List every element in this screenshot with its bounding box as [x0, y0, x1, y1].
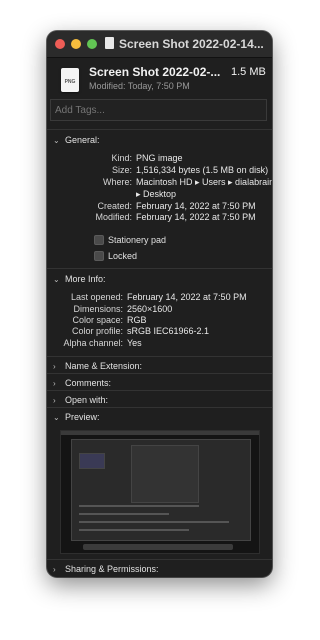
locked-checkbox[interactable]	[94, 251, 104, 261]
where-value-line2: ▸ Desktop	[136, 189, 177, 199]
preview-text-row	[79, 529, 189, 531]
window-title: Screen Shot 2022-02-14...	[119, 37, 264, 51]
section-general-label: General:	[65, 135, 100, 145]
chevron-right-icon: ›	[53, 378, 56, 388]
tags-input[interactable]	[50, 99, 267, 121]
chevron-down-icon: ⌄	[53, 412, 60, 422]
chevron-right-icon: ›	[53, 395, 56, 405]
title-bar[interactable]: Screen Shot 2022-02-14...	[47, 31, 272, 58]
info-window: Screen Shot 2022-02-14... PNG Screen Sho…	[47, 31, 272, 577]
chevron-down-icon: ⌄	[53, 274, 60, 284]
section-open-with[interactable]: › Open with:	[53, 395, 108, 405]
file-icon-label: PNG	[64, 79, 76, 85]
created-value: February 14, 2022 at 7:50 PM	[136, 201, 256, 211]
size-value: 1,516,334 bytes (1.5 MB on disk)	[136, 165, 269, 175]
section-preview[interactable]: ⌄ Preview:	[53, 412, 100, 422]
modified-value: February 14, 2022 at 7:50 PM	[136, 212, 256, 222]
preview-dialog	[131, 445, 199, 503]
section-comments-label: Comments:	[65, 378, 112, 388]
chevron-down-icon: ⌄	[53, 135, 60, 145]
dimensions-label: Dimensions:	[73, 304, 123, 314]
divider	[47, 407, 272, 408]
section-preview-label: Preview:	[65, 412, 100, 422]
alpha-channel-value: Yes	[127, 338, 142, 348]
divider	[47, 268, 272, 269]
close-button[interactable]	[55, 39, 65, 49]
last-opened-label: Last opened:	[70, 292, 123, 302]
preview-text-row	[79, 521, 229, 523]
preview-text-row	[79, 513, 169, 515]
chevron-right-icon: ›	[53, 564, 56, 574]
section-name-extension[interactable]: › Name & Extension:	[53, 361, 142, 371]
minimize-button[interactable]	[71, 39, 81, 49]
modified-label: Modified:	[95, 212, 132, 222]
divider	[47, 356, 272, 357]
section-open-with-label: Open with:	[65, 395, 109, 405]
section-general[interactable]: ⌄ General:	[53, 135, 100, 145]
size-label: Size:	[111, 165, 132, 175]
png-file-icon: PNG	[61, 68, 79, 92]
modified-summary: Modified: Today, 7:50 PM	[89, 81, 190, 91]
document-icon	[105, 37, 114, 49]
last-opened-value: February 14, 2022 at 7:50 PM	[127, 292, 247, 302]
section-sharing-permissions-label: Sharing & Permissions:	[65, 564, 159, 574]
section-sharing-permissions[interactable]: › Sharing & Permissions:	[53, 564, 159, 574]
where-label: Where:	[102, 177, 132, 187]
dimensions-value: 2560×1600	[127, 304, 173, 314]
locked-row[interactable]: Locked	[94, 251, 137, 261]
file-name: Screen Shot 2022-02-...	[89, 65, 221, 79]
color-space-value: RGB	[127, 315, 147, 325]
file-size: 1.5 MB	[231, 66, 266, 78]
preview-thumb	[79, 453, 105, 469]
stationery-pad-row[interactable]: Stationery pad	[94, 235, 166, 245]
preview-thumbnail	[60, 430, 260, 554]
section-more-info[interactable]: ⌄ More Info:	[53, 274, 106, 284]
color-profile-label: Color profile:	[71, 326, 123, 336]
alpha-channel-label: Alpha channel:	[63, 338, 123, 348]
created-label: Created:	[97, 201, 132, 211]
kind-label: Kind:	[111, 153, 132, 163]
divider	[47, 559, 272, 560]
color-space-label: Color space:	[72, 315, 123, 325]
section-name-extension-label: Name & Extension:	[65, 361, 143, 371]
divider	[47, 129, 272, 130]
chevron-right-icon: ›	[53, 361, 56, 371]
kind-value: PNG image	[136, 153, 183, 163]
zoom-button[interactable]	[87, 39, 97, 49]
preview-dock	[83, 544, 233, 550]
color-profile-value: sRGB IEC61966-2.1	[127, 326, 210, 336]
where-value-line1: Macintosh HD ▸ Users ▸ dialabrain	[136, 177, 272, 187]
stationery-pad-label: Stationery pad	[108, 235, 167, 245]
preview-menubar	[61, 431, 259, 435]
section-comments[interactable]: › Comments:	[53, 378, 111, 388]
locked-label: Locked	[108, 251, 138, 261]
stationery-pad-checkbox[interactable]	[94, 235, 104, 245]
preview-text-row	[79, 505, 199, 507]
section-more-info-label: More Info:	[65, 274, 106, 284]
divider	[47, 390, 272, 391]
divider	[47, 373, 272, 374]
